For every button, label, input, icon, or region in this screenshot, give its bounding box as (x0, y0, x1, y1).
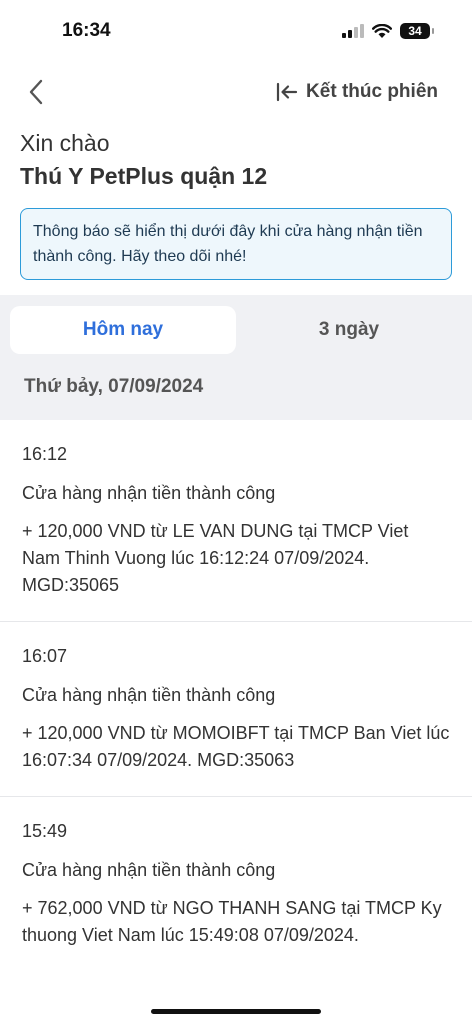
nav-bar: Kết thúc phiên (0, 62, 472, 122)
greeting: Xin chào Thú Y PetPlus quận 12 (0, 130, 472, 190)
transaction-item[interactable]: 15:49 Cửa hàng nhận tiền thành công + 76… (0, 797, 472, 971)
transaction-title: Cửa hàng nhận tiền thành công (22, 685, 276, 705)
end-session-button[interactable]: Kết thúc phiên (276, 81, 438, 103)
transaction-title: Cửa hàng nhận tiền thành công (22, 483, 276, 503)
battery-icon: 34 (400, 23, 434, 39)
end-session-label: Kết thúc phiên (306, 81, 438, 102)
date-header: Thứ bảy, 07/09/2024 (24, 376, 204, 397)
transaction-time: 16:07 (22, 646, 68, 666)
transaction-time: 16:12 (22, 444, 68, 464)
transaction-item[interactable]: 16:07 Cửa hàng nhận tiền thành công + 12… (0, 622, 472, 797)
back-button[interactable] (22, 78, 50, 106)
transaction-detail: + 120,000 VND từ MOMOIBFT tại TMCP Ban V… (22, 723, 450, 770)
info-notice: Thông báo sẽ hiển thị dưới đây khi cửa h… (20, 208, 452, 280)
logout-arrow-icon (276, 82, 298, 102)
transaction-time: 15:49 (22, 821, 68, 841)
home-indicator[interactable] (151, 1009, 321, 1014)
transaction-list: 16:12 Cửa hàng nhận tiền thành công + 12… (0, 420, 472, 971)
notifications-panel: Hôm nay 3 ngày Thứ bảy, 07/09/2024 16:12… (0, 295, 472, 971)
tab-today[interactable]: Hôm nay (10, 306, 236, 354)
status-icons: 34 (342, 23, 434, 39)
greeting-hello: Xin chào (20, 130, 110, 156)
cellular-signal-icon (342, 24, 364, 38)
chevron-left-icon (29, 79, 43, 105)
wifi-icon (372, 23, 392, 38)
transaction-title: Cửa hàng nhận tiền thành công (22, 860, 276, 880)
transaction-detail: + 120,000 VND từ LE VAN DUNG tại TMCP Vi… (22, 521, 409, 595)
transaction-detail: + 762,000 VND từ NGO THANH SANG tại TMCP… (22, 898, 442, 945)
tab-3-days[interactable]: 3 ngày (236, 306, 462, 354)
period-tabs: Hôm nay 3 ngày (0, 295, 472, 354)
store-name: Thú Y PetPlus quận 12 (20, 163, 268, 189)
transaction-item[interactable]: 16:12 Cửa hàng nhận tiền thành công + 12… (0, 420, 472, 622)
status-time: 16:34 (62, 20, 111, 41)
status-bar: 16:34 34 (0, 0, 472, 62)
